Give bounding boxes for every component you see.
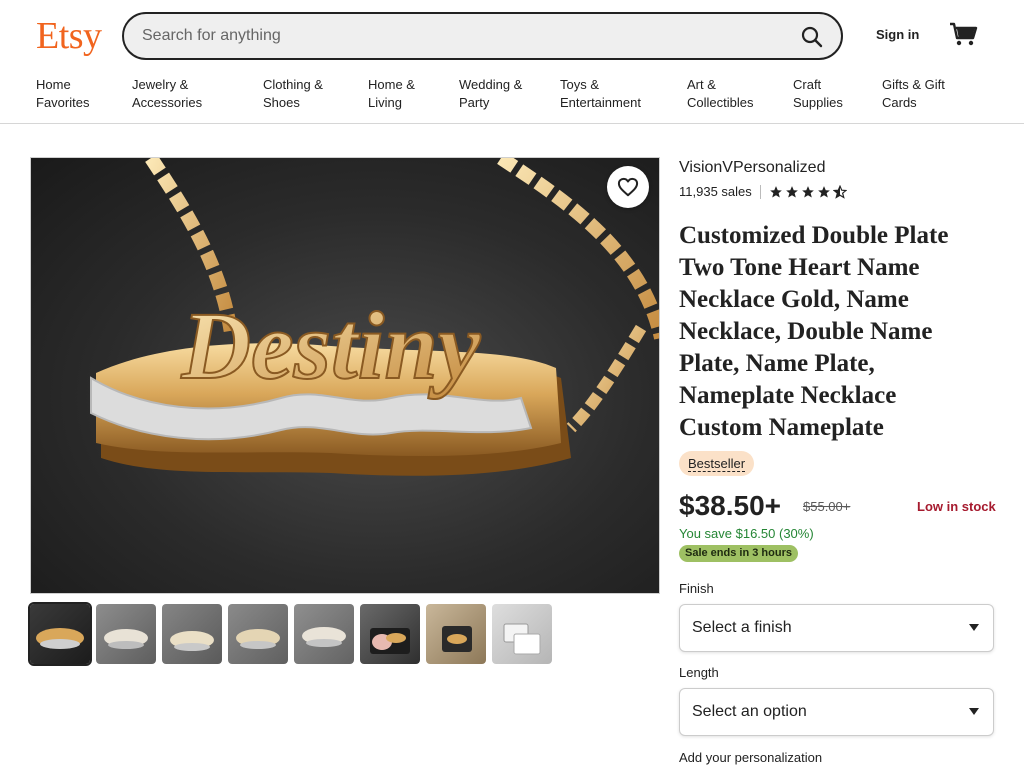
thumbnail-7[interactable] <box>426 604 486 664</box>
search-button[interactable] <box>797 22 827 52</box>
nav-item-gifts-cards[interactable]: Gifts & Gift Cards <box>882 76 945 112</box>
thumbnail-necklace-icon <box>370 628 410 654</box>
thumbnail-2[interactable] <box>96 604 156 664</box>
thumbnail-5[interactable] <box>294 604 354 664</box>
thumbnail-1[interactable] <box>28 602 92 666</box>
length-select-value: Select an option <box>692 703 807 720</box>
category-nav: Home Favorites Jewelry & Accessories Cloth… <box>0 76 1024 116</box>
cart-icon <box>950 22 978 46</box>
bestseller-badge[interactable]: Bestseller <box>679 451 755 476</box>
chevron-down-icon <box>969 708 979 715</box>
sales-rating-row: 11,935 sales <box>679 184 847 199</box>
thumbnail-necklace-icon <box>104 629 148 649</box>
listing-title: Customized Double Plate Two Tone Heart N… <box>679 222 949 441</box>
star-icon <box>801 185 814 198</box>
thumbnail-3[interactable] <box>162 604 222 664</box>
half-star-icon <box>832 184 847 199</box>
star-icon <box>817 185 830 198</box>
star-rating[interactable] <box>769 184 847 199</box>
finish-label: Finish <box>679 581 714 596</box>
sale-price: $38.50+ <box>679 490 781 521</box>
heart-icon <box>617 177 639 197</box>
necklace-name-text: Destiny <box>181 292 481 399</box>
stock-status: Low in stock <box>917 499 996 514</box>
thumbnail-4[interactable] <box>228 604 288 664</box>
necklace-illustration: Destiny <box>90 158 659 476</box>
thumbnail-necklace-icon <box>36 628 84 649</box>
length-select[interactable]: Select an option <box>679 688 994 736</box>
thumbnail-necklace-icon <box>302 627 346 647</box>
nav-item-craft-supplies[interactable]: Craft Supplies <box>793 76 843 112</box>
thumbnail-necklace-icon <box>503 623 541 655</box>
star-icon <box>785 185 798 198</box>
thumbnail-necklace-icon <box>236 629 280 649</box>
sign-in-link[interactable]: Sign in <box>876 27 919 42</box>
nav-item-clothing-shoes[interactable]: Clothing & Shoes <box>263 76 323 112</box>
thumbnail-necklace-icon <box>442 626 472 652</box>
search-icon <box>801 26 823 48</box>
length-label: Length <box>679 665 719 680</box>
divider <box>759 184 761 199</box>
sale-ends-badge: Sale ends in 3 hours <box>679 545 798 562</box>
nav-item-home-favorites[interactable]: Home Favorites <box>36 76 89 112</box>
nav-item-toys-entertainment[interactable]: Toys & Entertainment <box>560 76 641 112</box>
savings-text: You save $16.50 (30%) <box>679 526 814 541</box>
shop-name-link[interactable]: VisionVPersonalized <box>679 159 825 177</box>
site-header: Etsy Sign in HomeFavorites Jewelry &Acce… <box>0 0 1024 124</box>
search-input[interactable] <box>142 24 782 48</box>
main-product-image[interactable]: Destiny <box>30 157 660 594</box>
star-icon <box>769 185 782 198</box>
etsy-logo[interactable]: Etsy <box>36 14 102 58</box>
finish-select-value: Select a finish <box>692 619 792 636</box>
cart-button[interactable] <box>948 20 980 50</box>
favorite-button[interactable] <box>607 166 649 208</box>
thumbnail-8[interactable] <box>492 604 552 664</box>
nav-item-art-collectibles[interactable]: Art & Collectibles <box>687 76 753 112</box>
nav-item-jewelry-accessories[interactable]: Jewelry & Accessories <box>132 76 202 112</box>
sales-count: 11,935 sales <box>679 184 752 199</box>
finish-select[interactable]: Select a finish <box>679 604 994 652</box>
personalization-label: Add your personalization <box>679 750 823 765</box>
chevron-down-icon <box>969 624 979 631</box>
search-bar[interactable] <box>122 12 843 60</box>
thumbnail-6[interactable] <box>360 604 420 664</box>
original-price: $55.00+ <box>803 499 851 514</box>
nav-item-wedding-party[interactable]: Wedding & Party <box>459 76 522 112</box>
thumbnail-necklace-icon <box>170 631 214 651</box>
nav-item-home-living[interactable]: Home & Living <box>368 76 415 112</box>
